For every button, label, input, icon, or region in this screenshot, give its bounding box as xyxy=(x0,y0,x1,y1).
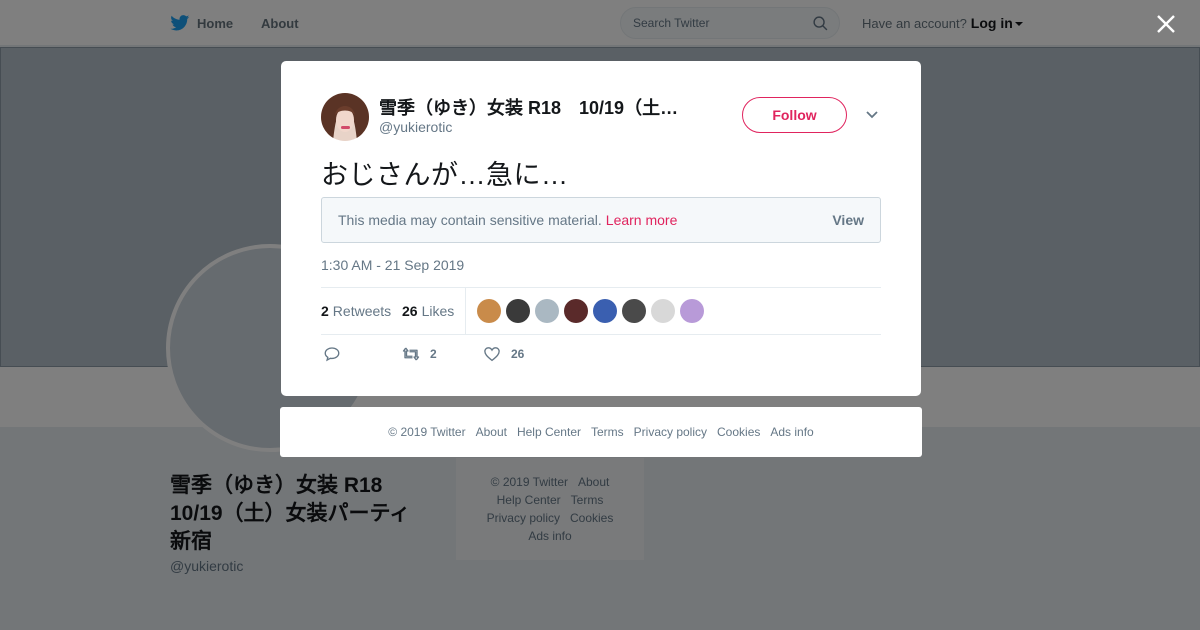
follow-button[interactable]: Follow xyxy=(742,97,847,133)
tweet-author-handle[interactable]: @yukierotic xyxy=(379,119,452,135)
learn-more-link[interactable]: Learn more xyxy=(606,212,678,228)
sensitive-media-notice: This media may contain sensitive materia… xyxy=(321,197,881,243)
avatar-image xyxy=(321,93,369,141)
close-icon[interactable] xyxy=(1156,14,1176,34)
retweets-stat[interactable]: 2 Retweets xyxy=(321,288,391,334)
liker-avatar[interactable] xyxy=(535,299,559,323)
tweet-author-avatar[interactable] xyxy=(321,93,369,141)
tweet-actions: 2 26 xyxy=(321,345,881,369)
liker-avatar[interactable] xyxy=(680,299,704,323)
sensitive-notice-text: This media may contain sensitive materia… xyxy=(338,212,602,228)
like-action-count: 26 xyxy=(511,347,525,361)
reply-icon xyxy=(324,347,340,362)
liker-avatar[interactable] xyxy=(477,299,501,323)
tweet-author-name[interactable]: 雪季（ゆき）女装 R18 10/19（土… xyxy=(379,94,689,120)
stats-divider xyxy=(465,288,466,334)
footer-ads-info[interactable]: Ads info xyxy=(770,425,813,439)
reply-action[interactable] xyxy=(323,345,351,363)
footer-privacy[interactable]: Privacy policy xyxy=(634,425,707,439)
chevron-down-icon[interactable] xyxy=(865,109,879,121)
liker-avatar[interactable] xyxy=(622,299,646,323)
liker-avatar[interactable] xyxy=(651,299,675,323)
likes-stat[interactable]: 26 Likes xyxy=(402,288,454,334)
footer-copyright: © 2019 Twitter xyxy=(388,425,466,439)
retweet-action-count: 2 xyxy=(430,347,437,361)
footer-cookies[interactable]: Cookies xyxy=(717,425,760,439)
footer-about[interactable]: About xyxy=(476,425,507,439)
liker-avatar[interactable] xyxy=(506,299,530,323)
footer-terms[interactable]: Terms xyxy=(591,425,624,439)
modal-footer: © 2019 Twitter About Help Center Terms P… xyxy=(280,407,922,457)
liker-avatar[interactable] xyxy=(593,299,617,323)
tweet-modal: 雪季（ゆき）女装 R18 10/19（土… @yukierotic Follow… xyxy=(281,61,921,396)
tweet-stats: 2 Retweets 26 Likes xyxy=(321,287,881,335)
like-action[interactable]: 26 xyxy=(483,345,524,363)
likers-avatars xyxy=(477,299,709,323)
footer-help-center[interactable]: Help Center xyxy=(517,425,581,439)
retweet-action[interactable]: 2 xyxy=(402,345,437,363)
retweets-count: 2 xyxy=(321,303,329,319)
retweets-label: Retweets xyxy=(332,303,392,319)
likes-label: Likes xyxy=(421,303,455,319)
liker-avatar[interactable] xyxy=(564,299,588,323)
heart-icon xyxy=(484,347,500,362)
tweet-timestamp[interactable]: 1:30 AM - 21 Sep 2019 xyxy=(321,257,464,273)
view-media-button[interactable]: View xyxy=(832,212,864,228)
retweet-icon xyxy=(402,347,420,361)
tweet-text: おじさんが…急に… xyxy=(321,160,569,190)
likes-count: 26 xyxy=(402,303,418,319)
